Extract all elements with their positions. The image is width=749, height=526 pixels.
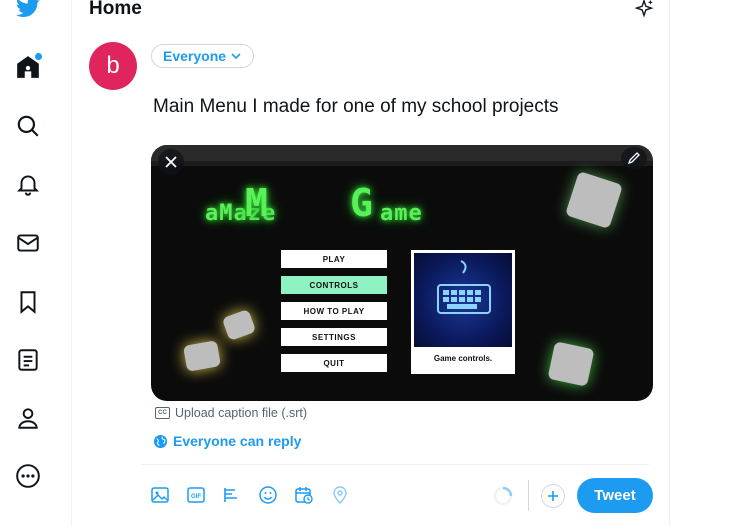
calendar-clock-icon [295,487,313,504]
cc-icon: CC [155,407,170,419]
nav-home[interactable] [8,47,48,87]
reply-setting-label: Everyone can reply [173,433,302,449]
poll-icon [224,488,237,502]
list-icon [18,349,38,371]
menu-controls: CONTROLS [281,276,387,294]
keyboard-preview [414,253,512,347]
nav-messages[interactable] [8,223,48,263]
profile-icon [18,408,38,429]
nav-notifications[interactable] [8,164,48,204]
tweet-button[interactable]: Tweet [577,478,653,513]
menu-quit: QUIT [281,354,387,372]
remove-media-button[interactable] [158,149,184,175]
keyboard-icon [437,260,491,314]
nav-explore[interactable] [8,106,48,146]
more-icon [16,464,40,488]
close-icon [165,156,177,168]
avatar[interactable]: b [89,42,137,90]
divider [141,464,649,465]
nav-more[interactable] [8,456,48,496]
nav-bookmarks[interactable] [8,282,48,322]
tweet-text-input[interactable]: Main Menu I made for one of my school pr… [153,96,559,118]
toolbar-separator [528,480,529,511]
search-icon [17,115,39,137]
brush-icon [627,152,640,165]
editor-toolbar-strip [151,145,653,161]
poll-button[interactable] [221,484,243,506]
location-button[interactable] [329,484,351,506]
reply-setting-button[interactable]: Everyone can reply [153,433,301,449]
globe-icon [153,434,168,448]
sparkle-icon[interactable] [633,0,655,20]
svg-text:GIF: GIF [191,494,201,500]
decorative-cube [183,340,221,372]
upload-caption-link[interactable]: CC Upload caption file (.srt) [155,406,307,420]
plus-icon [548,491,558,501]
caption-link-label: Upload caption file (.srt) [175,406,308,420]
decorative-cube [547,341,595,387]
page-title: Home [89,0,142,19]
audience-selector[interactable]: Everyone [151,44,255,68]
loading-spinner-icon [493,486,513,506]
emoji-button[interactable] [257,484,279,506]
editor-tab-strip [151,161,653,166]
edit-media-button[interactable] [621,147,647,169]
chevron-down-icon [231,53,241,60]
menu-settings: SETTINGS [281,328,387,346]
menu-play: PLAY [281,250,387,268]
nav-lists[interactable] [8,340,48,380]
game-title-big-g: G [350,181,374,225]
nav-profile[interactable] [8,398,48,438]
emoji-icon [259,486,277,504]
sidebar-nav [0,0,72,526]
game-title-big-m: M [245,181,269,225]
decorative-cube [565,171,623,229]
controls-preview: Game controls. [411,250,515,374]
bookmark-icon [20,291,36,314]
location-pin-icon [333,486,347,505]
decorative-cube [221,308,257,342]
gif-button[interactable]: GIF [185,484,207,506]
attached-media: aMaze M G ame PLAY CONTROLS HOW TO PLAY … [151,145,653,401]
menu-how-to-play: HOW TO PLAY [281,302,387,320]
bell-icon [16,175,40,196]
app: Home b Everyone Main Menu I made for one… [0,0,749,526]
audience-label: Everyone [163,48,227,64]
notification-dot [35,53,42,60]
game-title-small-right: ame [380,201,423,226]
twitter-logo-icon[interactable] [8,0,48,28]
preview-label: Game controls. [433,354,493,363]
mail-icon [17,234,39,252]
gif-icon: GIF [187,487,205,503]
add-tweet-button[interactable] [541,484,565,508]
media-button[interactable] [149,484,171,506]
image-icon [151,487,169,503]
main-column: Home b Everyone Main Menu I made for one… [71,0,670,526]
schedule-button[interactable] [293,484,315,506]
